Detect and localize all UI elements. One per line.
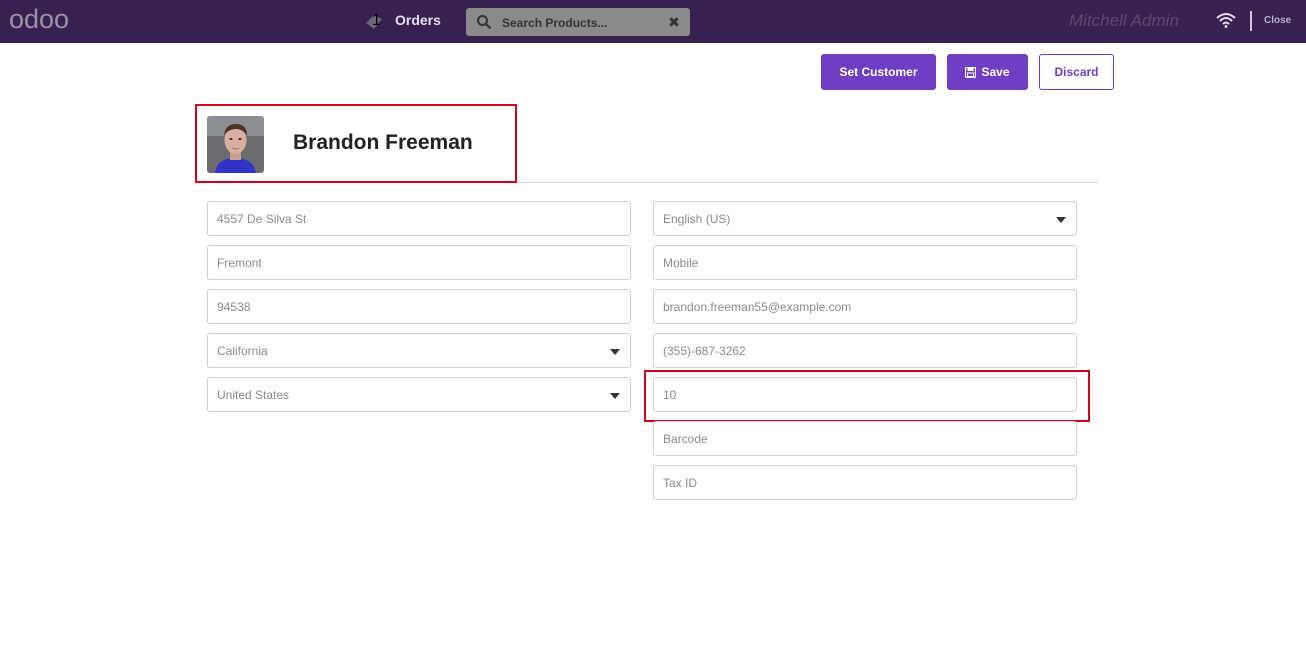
phone-field[interactable] <box>653 333 1077 368</box>
top-bar: odoo 1 Orders ✖ Mitchell Admin Close <box>0 0 1306 43</box>
state-value: California <box>217 344 268 358</box>
discount-input[interactable] <box>654 378 1076 411</box>
mobile-field[interactable] <box>653 245 1077 280</box>
customer-photo <box>207 116 264 173</box>
street-field[interactable] <box>207 201 631 236</box>
search-input[interactable] <box>500 12 664 34</box>
tax-id-field[interactable] <box>653 465 1077 500</box>
mobile-input[interactable] <box>654 246 1076 279</box>
orders-label: Orders <box>395 12 441 28</box>
save-button[interactable]: Save <box>947 54 1028 90</box>
language-value: English (US) <box>663 212 731 226</box>
wifi-icon <box>1216 13 1236 28</box>
city-field[interactable] <box>207 245 631 280</box>
email-field[interactable] <box>653 289 1077 324</box>
language-select[interactable]: English (US) <box>653 201 1077 236</box>
street-input[interactable] <box>208 202 630 235</box>
odoo-logo: odoo <box>9 6 69 34</box>
header-divider <box>207 182 1099 183</box>
barcode-field[interactable] <box>653 421 1077 456</box>
city-input[interactable] <box>208 246 630 279</box>
floppy-disk-icon <box>965 66 977 78</box>
zip-input[interactable] <box>208 290 630 323</box>
discard-label: Discard <box>1054 65 1099 79</box>
email-input[interactable] <box>654 290 1076 323</box>
caret-down-icon <box>610 349 620 355</box>
avatar[interactable] <box>207 116 264 173</box>
caret-down-icon <box>1056 217 1066 223</box>
set-customer-button[interactable]: Set Customer <box>821 54 936 90</box>
country-select[interactable]: United States <box>207 377 631 412</box>
close-button[interactable]: Close <box>1264 15 1291 26</box>
barcode-input[interactable] <box>654 422 1076 455</box>
clear-search-icon[interactable]: ✖ <box>667 13 681 31</box>
divider <box>1250 11 1252 31</box>
customer-name[interactable]: Brandon Freeman <box>293 131 473 155</box>
state-select[interactable]: California <box>207 333 631 368</box>
zip-field[interactable] <box>207 289 631 324</box>
tax-id-input[interactable] <box>654 466 1076 499</box>
svg-text:odoo: odoo <box>9 6 69 34</box>
caret-down-icon <box>610 393 620 399</box>
discount-field[interactable] <box>653 377 1077 412</box>
save-label: Save <box>981 65 1010 79</box>
country-value: United States <box>217 388 290 402</box>
search-box: ✖ <box>466 8 690 36</box>
search-icon <box>477 15 492 30</box>
orders-count-badge: 1 <box>372 12 381 29</box>
user-name: Mitchell Admin <box>1069 11 1179 30</box>
set-customer-label: Set Customer <box>839 65 918 79</box>
phone-input[interactable] <box>654 334 1076 367</box>
discard-button[interactable]: Discard <box>1039 54 1114 90</box>
